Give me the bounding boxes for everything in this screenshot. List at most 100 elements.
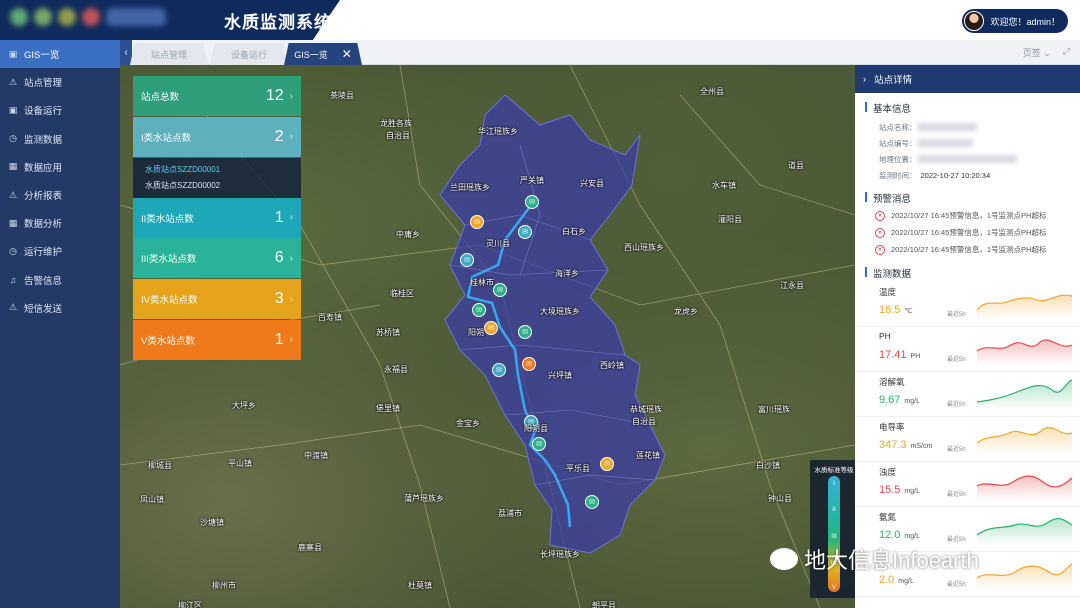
place-label: 江永县 (780, 281, 804, 290)
info-row-time: 监测时间： 2022-10-27 10:20:34 (879, 170, 991, 180)
station-marker[interactable]: ✉ (600, 457, 614, 471)
alert-item[interactable]: ✕ 2022/10/27 16:45预警信息，1号监测点PH超标 (855, 224, 1080, 241)
card-total-sites[interactable]: 站点总数 12 › (133, 76, 301, 116)
place-label: 杜莫镇 (408, 581, 432, 590)
station-marker[interactable]: ✉ (525, 195, 539, 209)
card-class4-sites[interactable]: IV类水站点数 3 › (133, 279, 301, 320)
legend-level: I (833, 480, 835, 487)
sidebar-item-data-analysis[interactable]: ▦ 数据分析 (0, 209, 120, 237)
alert-item[interactable]: ✕ 2022/10/27 16:45预警信息，1号监测点PH超标 (855, 207, 1080, 224)
tab-gis[interactable]: GIS一览 ✕ (284, 43, 362, 65)
sparkline-area (977, 295, 1072, 320)
place-label: 沙塘镇 (200, 518, 224, 527)
place-label: 兴安县 (580, 179, 604, 188)
sidebar-item-site-management[interactable]: ⚠ 站点管理 (0, 68, 120, 96)
place-label: 蒲芦瑶族乡 (404, 494, 444, 503)
metric-row[interactable]: 浊度 15.5 mg/L 最近5h (855, 462, 1080, 507)
sidebar-item-data-application[interactable]: ▦ 数据应用 (0, 153, 120, 181)
station-marker[interactable]: ✉ (518, 325, 532, 339)
sidebar-item-monitoring-data[interactable]: ◷ 监测数据 (0, 125, 120, 153)
metric-row[interactable]: 电导率 347.3 mS/cm 最近5h (855, 417, 1080, 462)
place-label: 道县 (788, 161, 804, 170)
place-label: 严关镇 (520, 176, 544, 185)
info-row-name: 站点名称： (855, 119, 1080, 135)
place-label: 水车镇 (712, 181, 736, 190)
collapse-sidebar-button[interactable]: ‹ (120, 40, 132, 65)
metric-row[interactable]: 温度 16.5 ℃ 最近5h (855, 282, 1080, 327)
metric-value: 9.67 mg/L (879, 394, 920, 406)
alerts-title: 预警消息 (855, 183, 1080, 205)
card-class2-sites[interactable]: II类水站点数 1 › (133, 197, 301, 238)
list-item[interactable]: 水质站点SZZD00002 (145, 178, 289, 194)
station-marker[interactable]: ✉ (522, 357, 536, 371)
station-marker[interactable]: ✉ (532, 437, 546, 451)
station-marker[interactable]: ✉ (470, 215, 484, 229)
sidebar-item-gis[interactable]: ▣ GIS一览 (0, 40, 120, 69)
place-label: 富川瑶族 (758, 405, 790, 414)
place-label: 朝平县 (592, 601, 616, 608)
place-label: 平山镇 (228, 459, 252, 468)
redacted-value (916, 139, 973, 147)
tab-site-management[interactable]: 站点管理 (130, 43, 208, 65)
place-label: 柳城县 (148, 461, 172, 470)
place-label: 柳州市 (212, 581, 236, 590)
station-marker[interactable]: ✉ (518, 225, 532, 239)
detail-header[interactable]: › 站点详情 (855, 65, 1080, 93)
place-label: 永福县 (384, 365, 408, 374)
info-row-code: 站点编号： (855, 135, 1080, 151)
sidebar-item-alarm-info[interactable]: ♫ 告警信息 (0, 266, 120, 294)
station-marker[interactable]: ✉ (484, 321, 498, 335)
sidebar-item-analysis-report[interactable]: ⚠ 分析报表 (0, 181, 120, 209)
tab-options[interactable]: 页签 ⌄ ⤢ (1023, 46, 1070, 59)
place-label: 全州县 (700, 87, 724, 96)
sidebar-item-device-operation[interactable]: ▣ 设备运行 (0, 96, 120, 124)
tab-device-operation[interactable]: 设备运行 (210, 43, 288, 65)
tab-bar: ‹ 站点管理 设备运行 GIS一览 ✕ 页签 ⌄ ⤢ (120, 40, 1080, 65)
warning-icon: ⚠ (8, 302, 18, 313)
close-icon[interactable]: ✕ (342, 47, 352, 61)
alert-item[interactable]: ✕ 2022/10/27 16:45预警信息，1号监测点PH超标 (855, 241, 1080, 258)
place-label: 白石乡 (562, 227, 586, 236)
chevron-right-icon[interactable]: › (863, 74, 866, 85)
chevron-left-icon: ‹ (124, 47, 128, 58)
metric-period: 最近5h (947, 357, 966, 363)
avatar[interactable] (964, 11, 985, 31)
sparkline-area (977, 380, 1072, 410)
place-label: 龙虎乡 (674, 307, 698, 316)
metric-sparkline (977, 294, 1073, 320)
metric-row[interactable]: PH 17.41 PH 最近5h (855, 327, 1080, 372)
card-class5-sites[interactable]: V类水站点数 1 › (133, 319, 301, 360)
station-marker[interactable]: ✉ (492, 363, 506, 377)
chevron-right-icon: › (289, 293, 293, 305)
station-marker[interactable]: ✉ (460, 253, 474, 267)
grid-icon: ▦ (8, 217, 18, 228)
watershed-region (439, 94, 666, 554)
station-marker[interactable]: ✉ (493, 283, 507, 297)
alert-icon: ✕ (875, 227, 885, 238)
sidebar-item-sms[interactable]: ⚠ 短信发送 (0, 294, 120, 322)
station-marker[interactable]: ✉ (585, 495, 599, 509)
user-menu[interactable]: 欢迎您！admin！ (962, 9, 1068, 33)
place-label: 白沙镇 (756, 461, 780, 470)
place-label: 凤山镇 (140, 495, 164, 504)
metric-period: 最近5h (947, 312, 966, 318)
metric-period: 最近5h (947, 537, 966, 543)
sparkline-area (977, 518, 1072, 545)
bell-icon: ♫ (9, 274, 17, 285)
place-label: 莲花镇 (636, 451, 660, 460)
sidebar-item-maintenance[interactable]: ◷ 运行维护 (0, 237, 120, 265)
place-label: 长坪瑶族乡 (540, 550, 580, 559)
card-class1-sites[interactable]: I类水站点数 2 › (133, 116, 301, 157)
sparkline-area (977, 427, 1072, 455)
list-item[interactable]: 水质站点SZZD00001 (145, 162, 289, 178)
redacted-value (916, 123, 977, 131)
station-marker[interactable]: ✉ (472, 303, 486, 317)
place-label: 中庸乡 (396, 230, 420, 239)
metric-row[interactable]: 溶解氧 9.67 mg/L 最近5h (855, 372, 1080, 417)
metric-sparkline (977, 475, 1073, 500)
chevron-right-icon: › (289, 90, 293, 102)
card-class3-sites[interactable]: III类水站点数 6 › (133, 238, 301, 279)
metric-period: 最近5h (947, 402, 966, 408)
basic-info: 站点名称： 站点编号： 地理位置： 监测时间： 2022-10-27 10:20:… (855, 119, 1080, 183)
fullscreen-icon[interactable]: ⤢ (1063, 46, 1070, 59)
